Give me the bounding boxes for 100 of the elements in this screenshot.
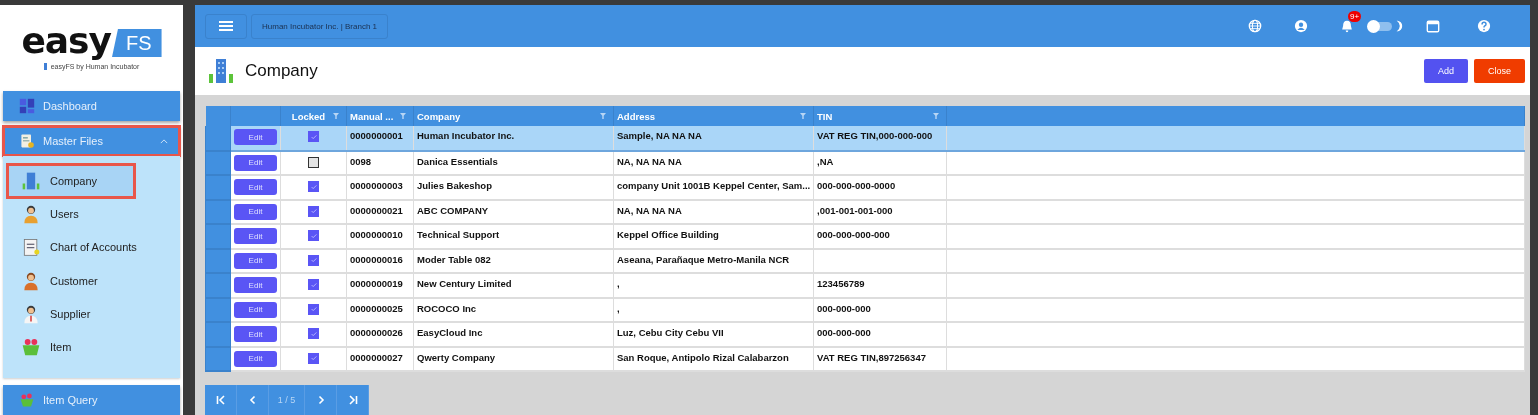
- edit-button[interactable]: Edit: [234, 179, 277, 195]
- table-cell: EasyCloud Inc: [417, 327, 483, 338]
- table-cell: 0098: [350, 155, 372, 167]
- next-page-button[interactable]: [305, 385, 337, 415]
- edit-button[interactable]: Edit: [234, 277, 277, 293]
- building-icon: [21, 170, 41, 191]
- user-icon[interactable]: [1294, 19, 1308, 33]
- edit-button[interactable]: Edit: [234, 203, 277, 220]
- table-cell: Keppel Office Building: [617, 229, 719, 240]
- calendar-icon[interactable]: [1426, 19, 1440, 33]
- filter-icon[interactable]: [600, 113, 606, 119]
- locked-checkbox[interactable]: [308, 254, 319, 266]
- filter-icon[interactable]: [800, 113, 806, 119]
- first-page-icon: [215, 395, 226, 405]
- last-page-button[interactable]: [337, 385, 369, 415]
- sidebar-menu-item[interactable]: Dashboard: [3, 91, 180, 122]
- table-cell: NA, NA NA NA: [617, 204, 682, 216]
- table-cell: ,NA: [817, 155, 834, 167]
- first-page-button[interactable]: [205, 385, 237, 415]
- checkmark-icon: [309, 280, 318, 289]
- locked-checkbox[interactable]: [308, 328, 319, 339]
- locked-checkbox[interactable]: [308, 131, 319, 142]
- last-page-icon: [347, 395, 358, 405]
- table-cell: 0000000010: [350, 229, 403, 240]
- logo-badge: FS: [112, 29, 162, 58]
- globe-icon[interactable]: [1248, 19, 1262, 33]
- edit-button[interactable]: Edit: [234, 252, 277, 269]
- locked-checkbox[interactable]: [308, 279, 319, 290]
- table-cell: 0000000021: [350, 204, 403, 216]
- column-header[interactable]: Company: [413, 106, 614, 126]
- table-cell: 123456789: [817, 278, 865, 289]
- locked-checkbox[interactable]: [308, 230, 319, 241]
- add-button[interactable]: Add: [1423, 59, 1468, 83]
- checkmark-icon: [309, 207, 318, 215]
- locked-checkbox[interactable]: [308, 156, 319, 168]
- sidebar-menu-item[interactable]: Item Query: [3, 385, 180, 415]
- table-cell: Julies Bakeshop: [417, 180, 492, 191]
- checkmark-icon: [309, 132, 318, 141]
- tagline-bar-icon: [43, 63, 47, 71]
- bell-icon[interactable]: [1340, 19, 1354, 33]
- edit-button[interactable]: Edit: [234, 301, 277, 318]
- sidebar-item[interactable]: Customer: [3, 264, 171, 298]
- table-cell: company Unit 1001B Keppel Center, Sam...: [617, 180, 811, 191]
- filter-icon[interactable]: [333, 113, 339, 119]
- column-header[interactable]: Manual ...: [346, 106, 414, 126]
- table-cell: ABC COMPANY: [417, 204, 489, 216]
- edit-button[interactable]: Edit: [234, 326, 277, 342]
- table-cell: 0000000016: [350, 253, 403, 265]
- edit-button[interactable]: Edit: [234, 129, 277, 145]
- table-cell: 0000000001: [350, 130, 403, 141]
- sidebar-item[interactable]: Chart of Accounts: [3, 230, 171, 265]
- help-icon[interactable]: [1477, 19, 1491, 33]
- theme-toggle[interactable]: [1368, 21, 1392, 31]
- table-cell: New Century Limited: [417, 278, 512, 289]
- table-cell: NA, NA NA NA: [617, 155, 682, 167]
- branch-selector[interactable]: Human Incubator Inc. | Branch 1: [251, 13, 389, 39]
- sidebar-item[interactable]: Company: [7, 164, 135, 198]
- table-cell: Sample, NA NA NA: [617, 130, 702, 141]
- sidebar-item[interactable]: Users: [3, 197, 171, 231]
- document-icon: [19, 133, 35, 150]
- sidebar-item[interactable]: Item: [3, 330, 171, 364]
- table-cell: Luz, Cebu City Cebu VII: [617, 327, 724, 338]
- logo-wordmark: easy: [21, 25, 111, 58]
- table-cell: 000-000-000-0000: [817, 180, 896, 191]
- locked-checkbox[interactable]: [308, 303, 319, 315]
- table-cell: 0000000025: [350, 302, 403, 314]
- edit-button[interactable]: Edit: [234, 228, 277, 244]
- close-button[interactable]: Close: [1474, 59, 1525, 83]
- table-row[interactable]: Edit 0000000010 Technical Support Keppel Office Building 000-000-000-000: [205, 224, 1525, 249]
- edit-button[interactable]: Edit: [234, 350, 277, 367]
- filter-icon[interactable]: [933, 113, 939, 119]
- menu-button[interactable]: [205, 13, 247, 39]
- table-row[interactable]: Edit 0000000003 Julies Bakeshop company Unit 1001B Keppel Center, Sam... 000-000-000-0000: [205, 175, 1525, 200]
- previous-page-button[interactable]: [237, 385, 269, 415]
- filter-icon[interactable]: [400, 113, 406, 119]
- table-row[interactable]: Edit 0098 Danica Essentials NA, NA NA NA ,NA: [205, 150, 1525, 175]
- column-header[interactable]: Locked: [280, 106, 347, 126]
- edit-button[interactable]: Edit: [234, 154, 277, 171]
- table-cell: 0000000027: [350, 351, 403, 363]
- locked-checkbox[interactable]: [308, 352, 319, 364]
- table-row[interactable]: Edit 0000000001 Human Incubator Inc. Sample, NA NA NA VAT REG TIN,000-000-000: [205, 126, 1525, 151]
- table-row[interactable]: Edit 0000000027 Qwerty Company San Roque, Antipolo Rizal Calabarzon VAT REG TIN,897256347: [205, 346, 1525, 371]
- table-row[interactable]: Edit 0000000026 EasyCloud Inc Luz, Cebu City Cebu VII 000-000-000: [205, 322, 1525, 347]
- table-row[interactable]: Edit 0000000016 Moder Table 082 Aseana, Parañaque Metro-Manila NCR: [205, 248, 1525, 273]
- table-cell: 0000000019: [350, 278, 403, 289]
- column-header[interactable]: Address: [613, 106, 814, 126]
- moon-icon: [1395, 19, 1403, 33]
- table-row[interactable]: Edit 0000000025 ROCOCO Inc , 000-000-000: [205, 297, 1525, 322]
- table-row[interactable]: Edit 0000000021 ABC COMPANY NA, NA NA NA ,001-001-001-000: [205, 199, 1525, 224]
- locked-checkbox[interactable]: [308, 205, 319, 217]
- table-cell: San Roque, Antipolo Rizal Calabarzon: [617, 351, 789, 363]
- man-icon: [21, 304, 41, 325]
- table-cell: ,001-001-001-000: [817, 204, 893, 216]
- column-header[interactable]: TIN: [813, 106, 947, 126]
- sidebar-item[interactable]: Supplier: [3, 297, 171, 331]
- sidebar-menu-item[interactable]: Master Files: [3, 126, 180, 157]
- locked-checkbox[interactable]: [308, 181, 319, 192]
- checkmark-icon: [309, 182, 318, 191]
- table-row[interactable]: Edit 0000000019 New Century Limited , 123456789: [205, 273, 1525, 298]
- table-cell: VAT REG TIN,897256347: [817, 351, 926, 363]
